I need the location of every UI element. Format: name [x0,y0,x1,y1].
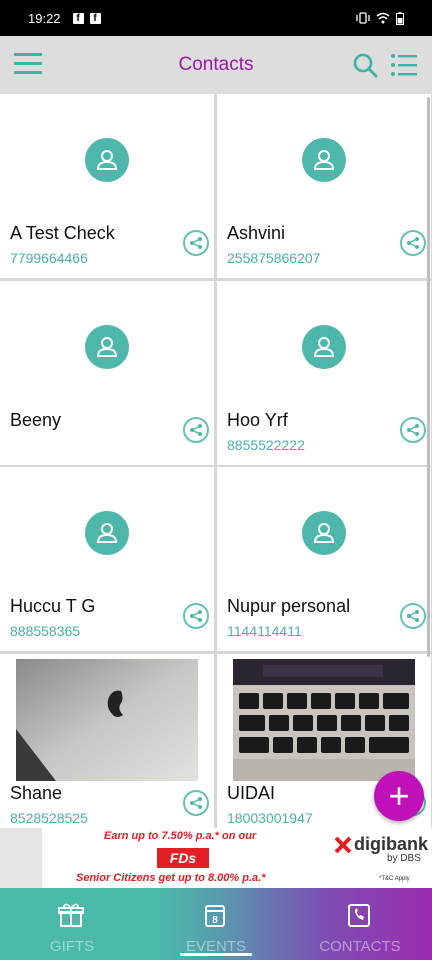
add-contact-button[interactable]: + [374,771,424,821]
status-bar: 19:22 f f [0,0,432,36]
ad-terms: *T&C Apply [379,876,410,882]
contact-name: Huccu T G [10,596,96,616]
contact-card[interactable]: Beeny [0,281,214,465]
share-icon [407,237,419,249]
person-icon [313,337,335,357]
nav-events[interactable]: 8 EVENTS [144,888,288,960]
person-icon [96,337,118,357]
avatar [302,325,346,369]
contact-card[interactable]: Hoo Yrf 8855522222 [217,281,431,465]
ad-line-3: Senior Citizens get up to 8.00% p.a.* [76,872,266,884]
share-icon [190,797,202,809]
nav-label: CONTACTS [319,938,401,955]
ad-highlight: FDs [157,848,209,868]
contact-name: Ashvini [227,223,286,243]
status-time: 19:22 [28,10,61,26]
person-icon [313,523,335,543]
gesture-handle[interactable] [180,953,252,956]
nav-gifts[interactable]: GIFTS [0,888,144,960]
contact-card[interactable]: Shane 8528528525 [0,654,214,828]
ad-brand: digibank [354,834,429,854]
battery-icon [396,11,404,25]
wifi-icon [376,12,390,24]
nav-label: GIFTS [49,938,95,955]
search-icon[interactable] [352,52,378,78]
contact-book-icon [348,904,370,927]
contact-card[interactable]: Huccu T G 888558365 [0,467,214,651]
contact-card[interactable]: Nupur personal 1144114411 [217,467,431,651]
ad-content[interactable]: Earn up to 7.50% p.a.* on our FDs Senior… [42,828,432,888]
contact-photo [233,659,415,781]
share-icon [407,610,419,622]
contact-card[interactable]: Ashvini 255875866207 [217,94,431,278]
share-icon [190,237,202,249]
share-button[interactable] [400,230,426,256]
person-icon [96,523,118,543]
dbs-logo-icon [334,836,352,854]
ad-banner[interactable]: Earn up to 7.50% p.a.* on our FDs Senior… [0,828,432,888]
share-button[interactable] [183,790,209,816]
contact-name: Hoo Yrf [227,410,288,430]
contact-phone: 255875866207 [227,250,321,266]
nav-contacts[interactable]: CONTACTS [288,888,432,960]
avatar [85,138,129,182]
gift-icon [58,903,84,927]
share-button[interactable] [400,603,426,629]
contact-card[interactable]: A Test Check 7799664466 [0,94,214,278]
share-button[interactable] [183,603,209,629]
contact-phone: 7799664466 [10,250,88,266]
contact-phone: 18003001947 [227,810,313,826]
contact-photo [16,659,198,781]
calendar-icon: 8 [205,905,225,927]
share-icon [190,424,202,436]
person-icon [96,150,118,170]
plus-icon: + [388,775,410,816]
ad-brand-sub: by DBS [387,853,421,864]
avatar [302,138,346,182]
contact-name: A Test Check [10,223,115,243]
contact-name: UIDAI [227,783,276,803]
vibrate-icon [356,12,370,24]
avatar [85,511,129,555]
contact-phone: 888558365 [10,623,81,639]
app-bar: Contacts [0,36,432,94]
contact-phone: 8855522222 [227,437,305,453]
contact-name: Nupur personal [227,596,351,616]
facebook-notification-icon: f [72,12,84,24]
svg-text:8: 8 [212,915,218,926]
person-icon [313,150,335,170]
share-icon [190,610,202,622]
avatar [85,325,129,369]
share-button[interactable] [183,230,209,256]
bottom-nav: GIFTS 8 EVENTS CONTACTS [0,888,432,960]
ad-line-1: Earn up to 7.50% p.a.* on our [104,830,257,842]
avatar [302,511,346,555]
contact-name: Shane [10,783,63,803]
contact-name: Beeny [10,410,62,430]
contacts-grid: A Test Check 7799664466 Ashvini 25587586… [0,94,432,828]
facebook-notification-icon: f [89,12,101,24]
list-view-icon[interactable] [390,52,418,78]
share-button[interactable] [183,417,209,443]
share-icon [407,424,419,436]
scrollbar[interactable] [427,97,430,657]
share-button[interactable] [400,417,426,443]
contact-phone: 8528528525 [10,810,88,826]
contact-phone: 1144114411 [227,623,302,639]
